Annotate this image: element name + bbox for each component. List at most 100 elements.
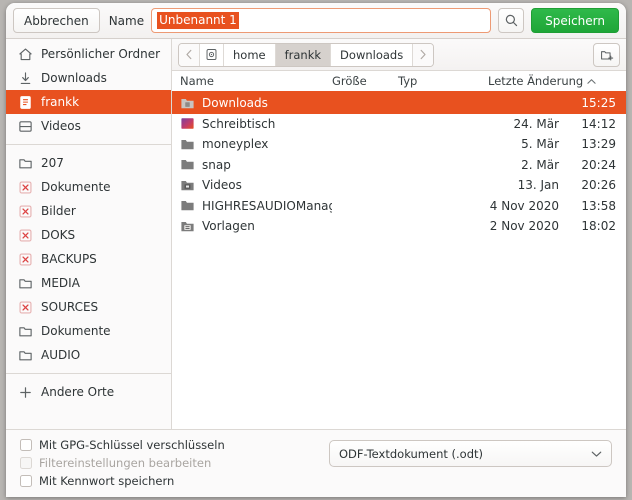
checkbox-icon[interactable] <box>20 439 32 451</box>
save-button[interactable]: Speichern <box>531 8 619 33</box>
sidebar-item-pers-nlicher-ordner[interactable]: Persönlicher Ordner <box>6 42 171 66</box>
sidebar-item-label: DOKS <box>41 228 76 242</box>
new-folder-icon <box>600 50 613 61</box>
column-header-type[interactable]: Typ <box>398 74 488 88</box>
file-row[interactable]: Vorlagen 2 Nov 2020 18:02 <box>172 216 626 237</box>
plus-icon <box>20 386 31 398</box>
file-row[interactable]: Schreibtisch 24. Mär 14:12 <box>172 114 626 135</box>
sidebar-item-label: AUDIO <box>41 348 81 362</box>
header-bar: Abbrechen Name Unbenannt 1 Speichern <box>6 3 626 39</box>
file-name-cell: HIGHRESAUDIOManager <box>180 198 332 213</box>
missing-icon <box>19 229 32 242</box>
sidebar-item-videos[interactable]: Videos <box>6 114 171 138</box>
sidebar-item-andere-orte[interactable]: Andere Orte <box>6 380 171 404</box>
file-time: 20:26 <box>581 178 616 193</box>
file-browser: home frankk Downloads Name Größe Typ Let… <box>172 39 626 429</box>
file-row[interactable]: moneyplex 5. Mär 13:29 <box>172 134 626 155</box>
checkbox-label: Filtereinstellungen bearbeiten <box>39 456 212 470</box>
desktop-icon <box>181 118 194 129</box>
column-headers: Name Größe Typ Letzte Änderung <box>172 71 626 93</box>
sidebar-item-dokumente[interactable]: Dokumente <box>6 319 171 343</box>
sidebar-item-audio[interactable]: AUDIO <box>6 343 171 367</box>
media-icon <box>19 120 32 132</box>
filename-input[interactable]: Unbenannt 1 <box>151 8 492 33</box>
sidebar-item-sources[interactable]: SOURCES <box>6 295 171 319</box>
breadcrumb-device[interactable] <box>200 43 224 66</box>
sidebar-item-label: Downloads <box>41 71 107 85</box>
column-header-size[interactable]: Größe <box>332 74 398 88</box>
breadcrumb-item-frankk[interactable]: frankk <box>275 43 332 66</box>
file-row[interactable]: snap 2. Mär 20:24 <box>172 155 626 176</box>
sidebar-item-label: BACKUPS <box>41 252 97 266</box>
sidebar-item-backups[interactable]: BACKUPS <box>6 247 171 271</box>
file-date: 24. Mär <box>513 116 559 131</box>
file-date: 5. Mär <box>521 137 559 152</box>
missing-icon <box>19 253 32 266</box>
breadcrumb-item-home[interactable]: home <box>224 43 276 66</box>
file-date: 13. Jan <box>517 178 559 193</box>
folder-icon <box>181 201 194 211</box>
folder-icon <box>19 326 32 336</box>
checkbox-row[interactable]: Mit GPG-Schlüssel verschlüsseln <box>20 438 225 452</box>
sidebar-item-label: Andere Orte <box>41 385 115 399</box>
sidebar-item-dokumente[interactable]: Dokumente <box>6 175 171 199</box>
sidebar-item-label: Bilder <box>41 204 76 218</box>
sidebar-item-bilder[interactable]: Bilder <box>6 199 171 223</box>
folder-template-icon <box>181 221 194 231</box>
sidebar-item-media[interactable]: MEDIA <box>6 271 171 295</box>
chevron-down-icon <box>591 451 602 457</box>
checkbox-label: Mit GPG-Schlüssel verschlüsseln <box>39 438 225 452</box>
breadcrumb-item-downloads[interactable]: Downloads <box>331 43 414 66</box>
file-name-cell: moneyplex <box>180 137 332 152</box>
filetype-combobox[interactable]: ODF-Textdokument (.odt) <box>329 440 612 467</box>
sidebar-item-label: Dokumente <box>41 180 111 194</box>
home-icon <box>19 48 32 60</box>
sidebar-item-label: Videos <box>41 119 81 133</box>
column-header-name[interactable]: Name <box>180 74 332 88</box>
file-date: 4 Nov 2020 <box>489 198 559 213</box>
file-list[interactable]: Downloads 15:25 Schreibtisch 24. Mär 14:12 mo… <box>172 93 626 429</box>
chevron-left-icon <box>186 49 192 60</box>
sidebar-item-downloads[interactable]: Downloads <box>6 66 171 90</box>
checkbox-icon[interactable] <box>20 475 32 487</box>
column-header-modified[interactable]: Letzte Änderung <box>488 74 626 88</box>
folder-icon <box>19 350 32 360</box>
path-bar: home frankk Downloads <box>172 39 626 71</box>
chevron-right-icon <box>420 49 426 60</box>
folder-video-icon <box>181 180 194 190</box>
breadcrumb[interactable]: home frankk Downloads <box>178 42 435 67</box>
save-file-dialog: Abbrechen Name Unbenannt 1 Speichern Per… <box>6 3 626 497</box>
search-icon <box>505 14 517 27</box>
places-sidebar[interactable]: Persönlicher Ordner Downloads frankk Videos… <box>6 39 172 429</box>
document-icon <box>20 95 31 109</box>
search-button[interactable] <box>498 8 525 33</box>
file-row[interactable]: HIGHRESAUDIOManager 4 Nov 2020 13:58 <box>172 196 626 217</box>
sidebar-item-frankk[interactable]: frankk <box>6 90 171 114</box>
chevron-up-icon <box>587 78 596 84</box>
sidebar-item-doks[interactable]: DOKS <box>6 223 171 247</box>
dialog-footer: Mit GPG-Schlüssel verschlüsseln Filterein… <box>6 429 626 497</box>
checkbox-row: Filtereinstellungen bearbeiten <box>20 456 225 470</box>
file-row[interactable]: Videos 13. Jan 20:26 <box>172 175 626 196</box>
file-time: 18:02 <box>581 219 616 234</box>
checkbox-icon <box>20 457 32 469</box>
filetype-value: ODF-Textdokument (.odt) <box>339 446 484 461</box>
sidebar-item-label: Persönlicher Ordner <box>41 47 161 61</box>
cancel-button[interactable]: Abbrechen <box>13 8 100 33</box>
missing-icon <box>19 181 32 194</box>
new-folder-button[interactable] <box>593 42 620 67</box>
sidebar-item-207[interactable]: 207 <box>6 151 171 175</box>
sidebar-separator <box>6 144 171 145</box>
options-checkbox-group: Mit GPG-Schlüssel verschlüsseln Filterein… <box>20 438 225 488</box>
missing-icon <box>19 301 32 314</box>
file-row[interactable]: Downloads 15:25 <box>172 93 626 114</box>
sidebar-item-label: SOURCES <box>41 300 99 314</box>
forward-button[interactable] <box>413 43 434 66</box>
missing-icon <box>19 205 32 218</box>
file-date: 2 Nov 2020 <box>489 219 559 234</box>
folder-icon <box>181 160 194 170</box>
file-time: 15:25 <box>581 96 616 111</box>
checkbox-row[interactable]: Mit Kennwort speichern <box>20 474 225 488</box>
back-button[interactable] <box>179 43 200 66</box>
file-name: Videos <box>202 178 242 193</box>
